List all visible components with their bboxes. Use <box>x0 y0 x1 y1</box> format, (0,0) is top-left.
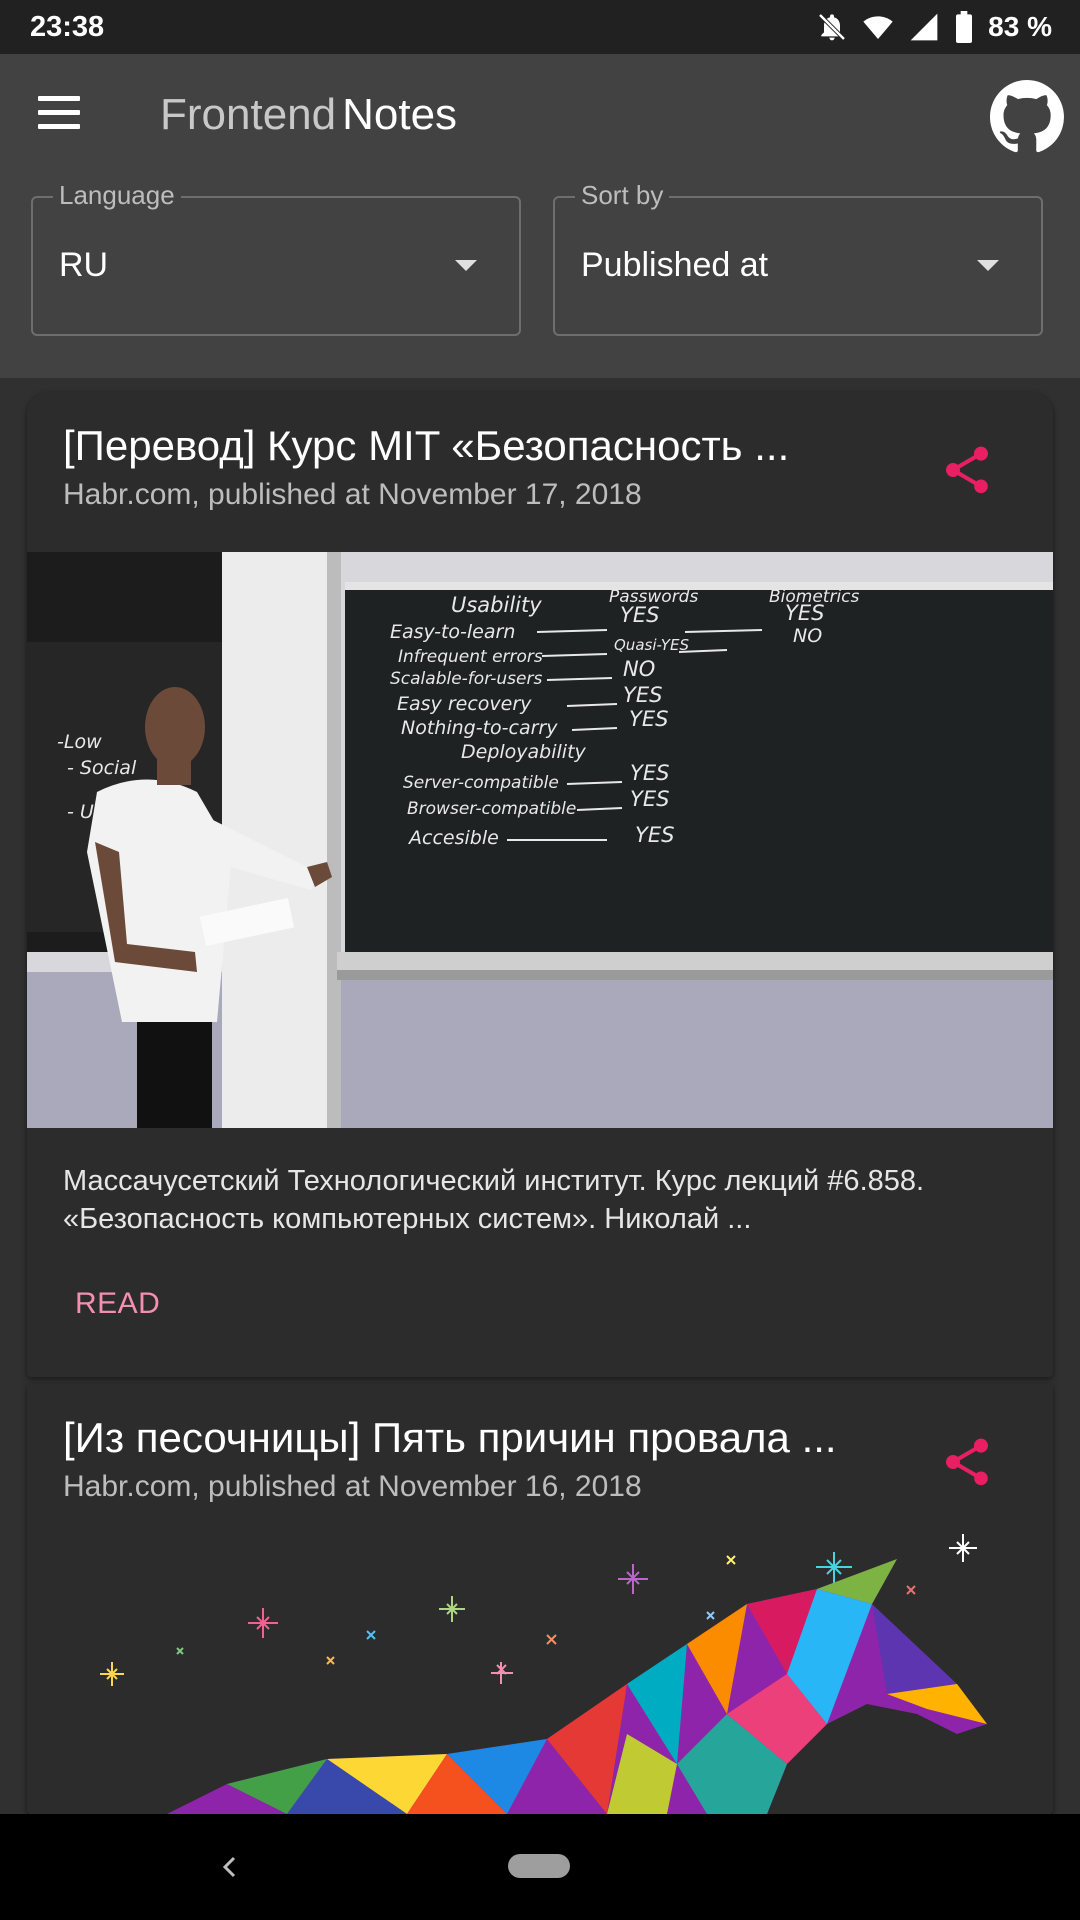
github-icon[interactable] <box>990 80 1064 154</box>
board-row: Scalable-for-users <box>390 669 542 689</box>
battery-icon <box>956 11 973 43</box>
board-row: Server-compatible <box>403 773 559 793</box>
language-value: RU <box>59 246 109 284</box>
sort-label: Sort by <box>575 180 670 211</box>
board-val: YES <box>635 823 674 847</box>
app-title-notes: Notes <box>342 90 458 139</box>
board-val: NO <box>793 625 822 647</box>
status-icons: 83 % <box>816 11 1052 43</box>
left-board-text: - U <box>67 801 94 823</box>
left-board-text: - Social <box>67 757 137 779</box>
language-label: Language <box>53 180 181 211</box>
sort-value: Published at <box>581 246 769 284</box>
status-time: 23:38 <box>30 10 105 43</box>
hamburger-menu-icon[interactable] <box>38 96 86 136</box>
article-source: Habr.com, published at November 17, 2018 <box>63 478 642 511</box>
board-val: YES <box>629 707 668 731</box>
board-row: Accesible <box>407 827 499 849</box>
board-val: Quasi-YES <box>614 636 689 654</box>
board-val: YES <box>630 761 669 785</box>
chevron-down-icon <box>455 260 477 271</box>
board-row: Browser-compatible <box>407 799 576 819</box>
language-select[interactable]: Language RU <box>31 180 521 336</box>
board-heading: Usability <box>451 593 542 617</box>
app-bar: Frontend Notes <box>0 54 1080 178</box>
article-title[interactable]: [Перевод] Курс MIT «Безопасность ... <box>63 422 789 470</box>
battery-percent: 83 % <box>988 11 1052 42</box>
article-source: Habr.com, published at November 16, 2018 <box>63 1470 642 1503</box>
sort-select[interactable]: Sort by Published at <box>553 180 1043 336</box>
board-row: Nothing-to-carry <box>401 717 558 739</box>
system-nav-bar <box>0 1814 1080 1920</box>
read-button[interactable]: READ <box>63 1272 172 1336</box>
share-icon[interactable] <box>939 1434 995 1490</box>
board-val: NO <box>623 657 655 681</box>
status-bar: 23:38 83 % <box>0 0 1080 54</box>
wifi-icon <box>863 16 893 39</box>
signal-icon <box>910 13 938 41</box>
home-pill-icon[interactable] <box>508 1854 570 1878</box>
board-val: YES <box>620 603 659 627</box>
article-image: Usability Passwords Biometrics Easy-to-l… <box>27 552 1053 1128</box>
article-excerpt: Массачусетский Технологический институт.… <box>63 1165 925 1235</box>
board-row: Infrequent errors <box>398 647 543 667</box>
article-title[interactable]: [Из песочницы] Пять причин провала ... <box>63 1414 837 1462</box>
filters-panel: Language RU Sort by Published at <box>0 178 1080 378</box>
board-row: Easy recovery <box>397 693 532 715</box>
left-board-text: -Low <box>57 731 102 753</box>
board-row: Easy-to-learn <box>390 621 515 643</box>
chevron-down-icon <box>977 260 999 271</box>
app-title: Frontend Notes <box>160 90 457 140</box>
article-card[interactable]: [Из песочницы] Пять причин провала ... H… <box>27 1384 1053 1814</box>
article-card[interactable]: [Перевод] Курс MIT «Безопасность ... Hab… <box>27 392 1053 1377</box>
board-val: YES <box>623 683 662 707</box>
board-row: Deployability <box>461 741 587 763</box>
board-val: YES <box>785 601 824 625</box>
app-title-frontend: Frontend <box>160 90 337 139</box>
board-val: YES <box>630 787 669 811</box>
article-image-unicorn <box>27 1534 1053 1814</box>
share-icon[interactable] <box>939 442 995 498</box>
notifications-off-icon <box>818 13 846 41</box>
back-chevron-icon[interactable] <box>212 1844 248 1890</box>
